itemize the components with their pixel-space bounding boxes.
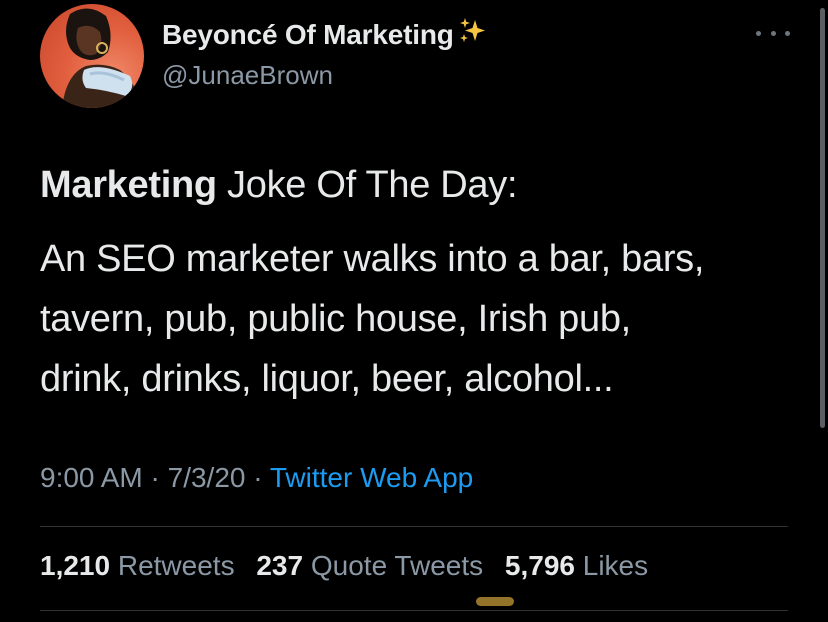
meta-separator: · bbox=[142, 462, 168, 493]
quote-tweets-stat[interactable]: 237 Quote Tweets bbox=[256, 550, 483, 581]
display-name[interactable]: Beyoncé Of Marketing bbox=[162, 16, 488, 53]
likes-label: Likes bbox=[582, 550, 649, 581]
highlight-mark bbox=[476, 597, 514, 606]
tweet-title-rest: Joke Of The Day: bbox=[216, 164, 518, 206]
tweet-body-line-3: drink, drinks, liquor, beer, alcohol... bbox=[40, 358, 614, 400]
retweets-label: Retweets bbox=[117, 550, 235, 581]
meta-separator-2: · bbox=[245, 462, 270, 493]
tweet-body-line-2: tavern, pub, public house, Irish pub, bbox=[40, 298, 631, 340]
tweet-stats: 1,210 Retweets 237 Quote Tweets 5,796 Li… bbox=[40, 550, 662, 582]
sparkles-icon bbox=[458, 16, 488, 53]
tweet-meta: 9:00 AM · 7/3/20 · Twitter Web App bbox=[40, 462, 473, 494]
tweet-source-link[interactable]: Twitter Web App bbox=[270, 462, 473, 493]
scrollbar[interactable] bbox=[820, 8, 825, 428]
more-options-icon[interactable] bbox=[756, 26, 790, 40]
tweet-detail: Beyoncé Of Marketing @JunaeBrown Marketi… bbox=[0, 0, 828, 622]
tweet-time[interactable]: 9:00 AM bbox=[40, 462, 143, 493]
tweet-text: Marketing Joke Of The Day: An SEO market… bbox=[40, 155, 800, 409]
quote-tweets-label: Quote Tweets bbox=[310, 550, 484, 581]
display-name-text: Beyoncé Of Marketing bbox=[162, 19, 454, 50]
likes-count: 5,796 bbox=[504, 550, 575, 581]
divider bbox=[40, 610, 788, 611]
retweets-count: 1,210 bbox=[40, 550, 111, 581]
quote-tweets-count: 237 bbox=[256, 550, 304, 581]
tweet-title-line: Marketing Joke Of The Day: bbox=[40, 155, 800, 215]
user-handle[interactable]: @JunaeBrown bbox=[162, 60, 333, 91]
avatar-portrait bbox=[62, 8, 140, 108]
tweet-body-line-1: An SEO marketer walks into a bar, bars, bbox=[40, 238, 705, 280]
tweet-title-bold: Marketing bbox=[40, 164, 217, 206]
tweet-date[interactable]: 7/3/20 bbox=[168, 462, 246, 493]
divider bbox=[40, 526, 788, 527]
likes-stat[interactable]: 5,796 Likes bbox=[505, 550, 648, 581]
avatar[interactable] bbox=[40, 4, 144, 108]
retweets-stat[interactable]: 1,210 Retweets bbox=[40, 550, 235, 581]
